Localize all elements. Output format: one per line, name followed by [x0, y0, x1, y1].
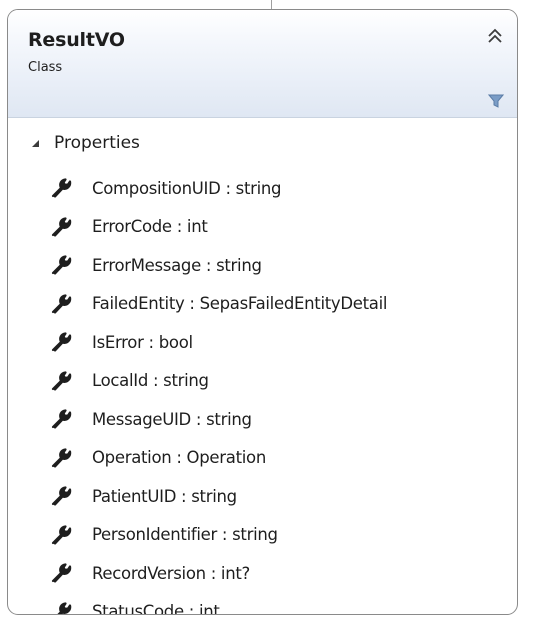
list-item[interactable]: ErrorMessage : string [50, 247, 262, 283]
property-label: LocalId : string [92, 371, 209, 390]
triangle-expanded-icon[interactable] [30, 138, 40, 148]
property-label: RecordVersion : int? [92, 563, 251, 583]
property-label: FailedEntity : SepasFailedEntityDetail [92, 294, 388, 313]
filter-icon [487, 94, 505, 108]
list-item[interactable]: PatientUID : string [50, 478, 237, 514]
wrench-icon [51, 524, 72, 545]
wrench-icon [51, 563, 72, 583]
list-item[interactable]: ErrorCode : int [50, 209, 208, 245]
class-name: ResultVO [28, 29, 125, 51]
properties-section-label: Properties [54, 133, 140, 153]
wrench-icon [51, 216, 72, 237]
list-item[interactable]: LocalId : string [50, 363, 209, 399]
wrench-icon [51, 255, 72, 275]
property-label: ErrorMessage : string [92, 255, 262, 275]
property-label: ErrorCode : int [92, 217, 208, 236]
wrench-icon [51, 370, 72, 391]
class-kind-label: Class [28, 60, 63, 75]
wrench-icon [51, 293, 72, 314]
double-chevron-up-icon [488, 28, 502, 43]
wrench-icon [51, 486, 72, 506]
list-item[interactable]: RecordVersion : int? [50, 555, 250, 591]
properties-section-header[interactable]: Properties [30, 130, 140, 156]
property-label: CompositionUID : string [92, 178, 282, 198]
wrench-icon [51, 409, 72, 429]
wrench-icon [51, 447, 72, 468]
property-label: PatientUID : string [92, 486, 237, 506]
property-label: StatusCode : int [92, 602, 220, 615]
wrench-icon [51, 332, 72, 352]
property-label: IsError : bool [92, 332, 193, 352]
collapse-button[interactable] [485, 26, 505, 48]
property-label: Operation : Operation [92, 448, 266, 467]
list-item[interactable]: MessageUID : string [50, 401, 252, 437]
list-item[interactable]: Operation : Operation [50, 440, 266, 476]
property-label: PersonIdentifier : string [92, 525, 278, 544]
filter-button[interactable] [487, 93, 505, 108]
list-item[interactable]: IsError : bool [50, 324, 193, 360]
property-label: MessageUID : string [92, 409, 252, 429]
class-shape[interactable]: ResultVO Class Properties CompositionUID… [7, 9, 518, 615]
list-item[interactable]: StatusCode : int [50, 594, 220, 615]
connector-line [271, 0, 272, 9]
list-item[interactable]: PersonIdentifier : string [50, 517, 278, 553]
wrench-icon [51, 178, 72, 198]
wrench-icon [56, 601, 72, 614]
list-item[interactable]: CompositionUID : string [50, 170, 282, 206]
class-header[interactable]: ResultVO Class [8, 10, 517, 118]
list-item[interactable]: FailedEntity : SepasFailedEntityDetail [50, 286, 387, 322]
